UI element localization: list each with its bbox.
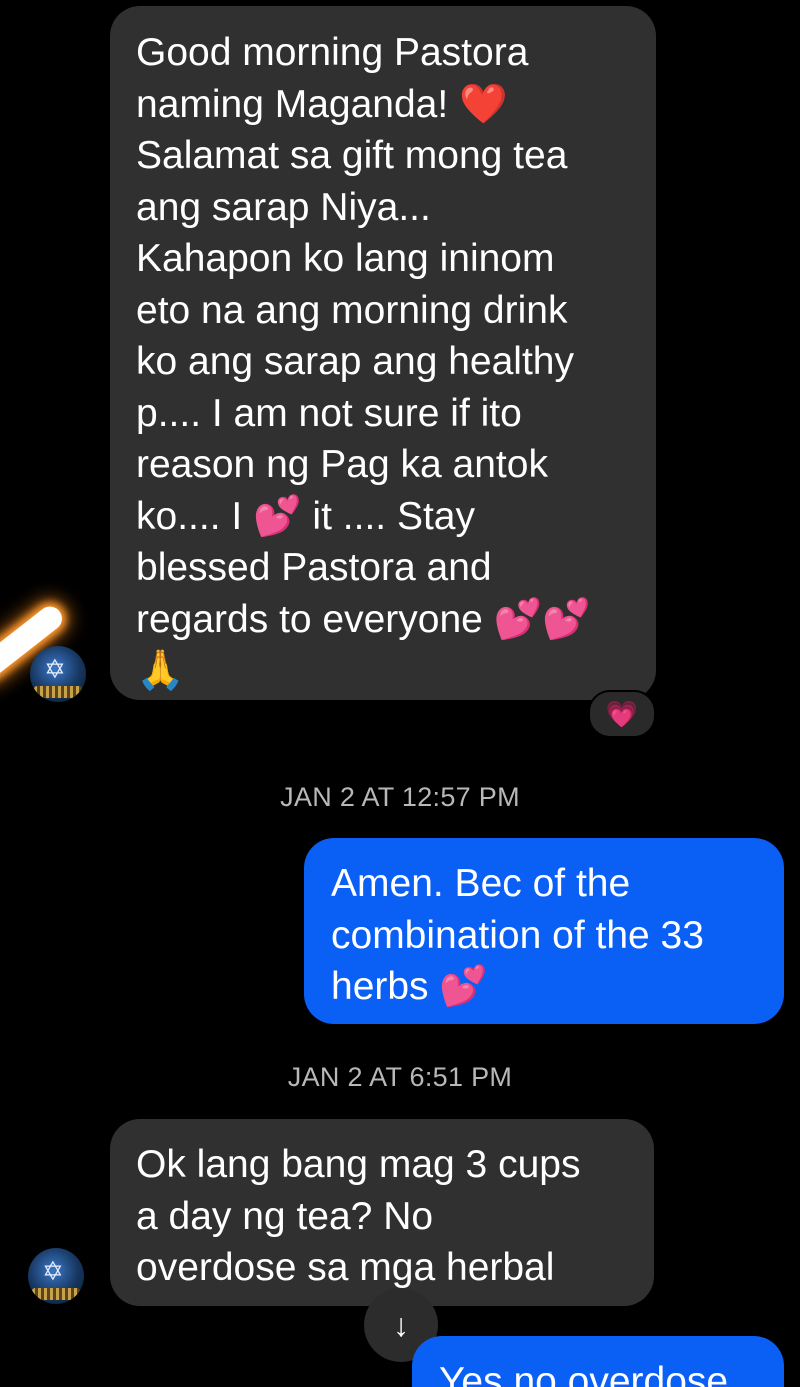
- message-line: ko ang sarap ang healthy: [136, 340, 574, 383]
- message-line: Ok lang bang mag 3 cups: [136, 1143, 581, 1186]
- message-line: Good morning Pastora: [136, 31, 529, 74]
- outgoing-message-bubble[interactable]: Yes no overdose: [412, 1336, 784, 1387]
- message-line: Amen. Bec of the: [331, 862, 631, 905]
- message-line: blessed Pastora and: [136, 546, 492, 589]
- star-emblem-icon: ✡: [44, 654, 66, 684]
- arrow-down-icon: ↓: [393, 1306, 409, 1343]
- heart-reaction-badge[interactable]: 💗: [588, 690, 656, 738]
- message-line: herbs 💕: [331, 965, 488, 1008]
- conversation-view[interactable]: Good morning Pastora naming Maganda! ❤️ …: [0, 0, 800, 1387]
- message-line: ko.... I 💕 it .... Stay: [136, 494, 475, 538]
- message-line: p.... I am not sure if ito: [136, 391, 522, 435]
- message-timestamp: JAN 2 AT 6:51 PM: [287, 1062, 513, 1092]
- message-line: Salamat sa gift mong tea: [136, 134, 568, 177]
- message-timestamp: JAN 2 AT 12:57 PM: [280, 782, 520, 812]
- message-line: regards to everyone 💕💕: [136, 597, 591, 641]
- message-line: eto na ang morning drink: [136, 288, 568, 332]
- message-line: naming Maganda! ❤️: [136, 82, 508, 126]
- message-line: reason ng Pag ka antok: [136, 443, 548, 486]
- star-emblem-icon: ✡: [42, 1256, 64, 1286]
- incoming-message-bubble[interactable]: Ok lang bang mag 3 cups a day ng tea? No…: [110, 1119, 654, 1306]
- message-line: a day ng tea? No: [136, 1194, 434, 1238]
- message-line: overdose sa mga herbal: [136, 1246, 555, 1289]
- contact-avatar[interactable]: ✡: [30, 646, 86, 702]
- message-line: ang sarap Niya...: [136, 185, 431, 229]
- message-line: Kahapon ko lang ininom: [136, 237, 555, 280]
- contact-avatar[interactable]: ✡: [28, 1248, 84, 1304]
- outgoing-message-bubble[interactable]: Amen. Bec of the combination of the 33 h…: [304, 838, 784, 1024]
- message-line: 🙏: [136, 649, 185, 692]
- pink-heart-icon: 💗: [605, 698, 639, 729]
- incoming-message-bubble[interactable]: Good morning Pastora naming Maganda! ❤️ …: [110, 6, 656, 700]
- message-line: Yes no overdose: [439, 1360, 729, 1387]
- message-line: combination of the 33: [331, 913, 704, 957]
